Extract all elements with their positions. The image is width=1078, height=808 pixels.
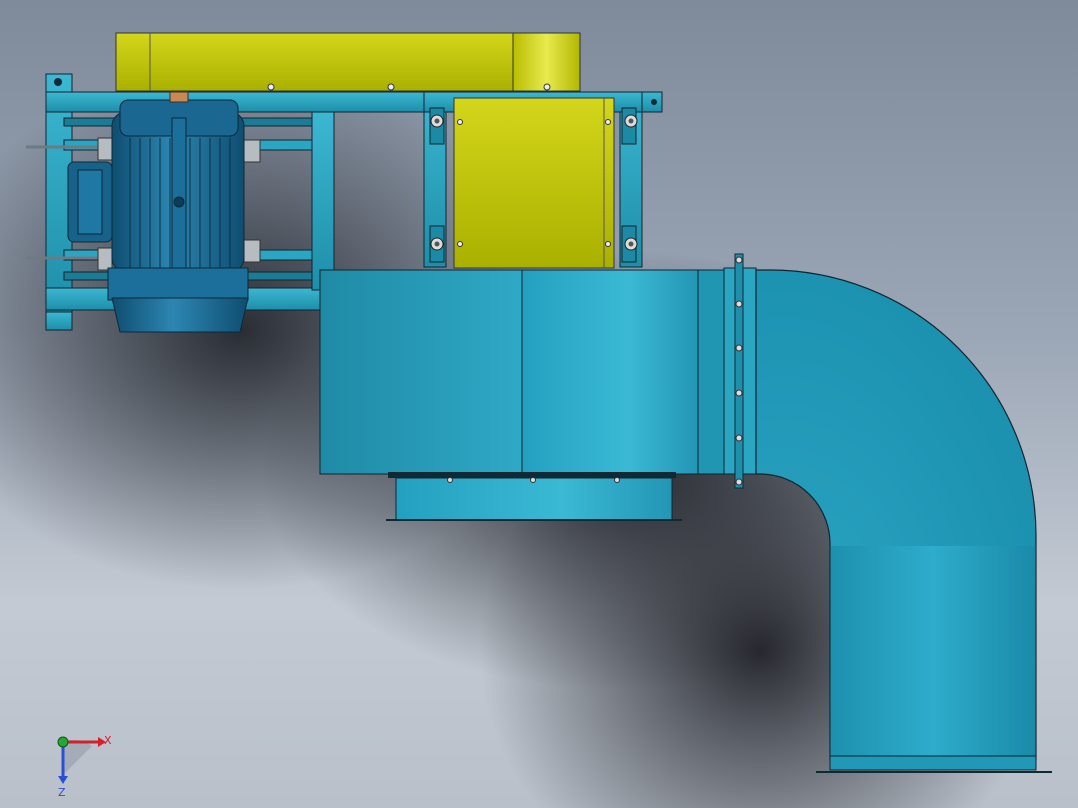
belt-guard-top[interactable] xyxy=(115,32,581,92)
fan-housing[interactable] xyxy=(319,267,757,475)
z-axis-label: Z xyxy=(58,786,66,799)
discharge-elbow-duct[interactable] xyxy=(755,269,1052,773)
bearing-guard[interactable] xyxy=(453,97,615,269)
x-axis-label: X xyxy=(104,734,112,747)
assembly-drawing[interactable]: X Z xyxy=(0,0,1078,808)
outlet-flange[interactable] xyxy=(734,253,744,489)
inlet-ring[interactable] xyxy=(386,472,682,521)
coordinate-triad: X Z xyxy=(57,734,112,799)
cad-viewport[interactable]: X Z xyxy=(0,0,1078,808)
